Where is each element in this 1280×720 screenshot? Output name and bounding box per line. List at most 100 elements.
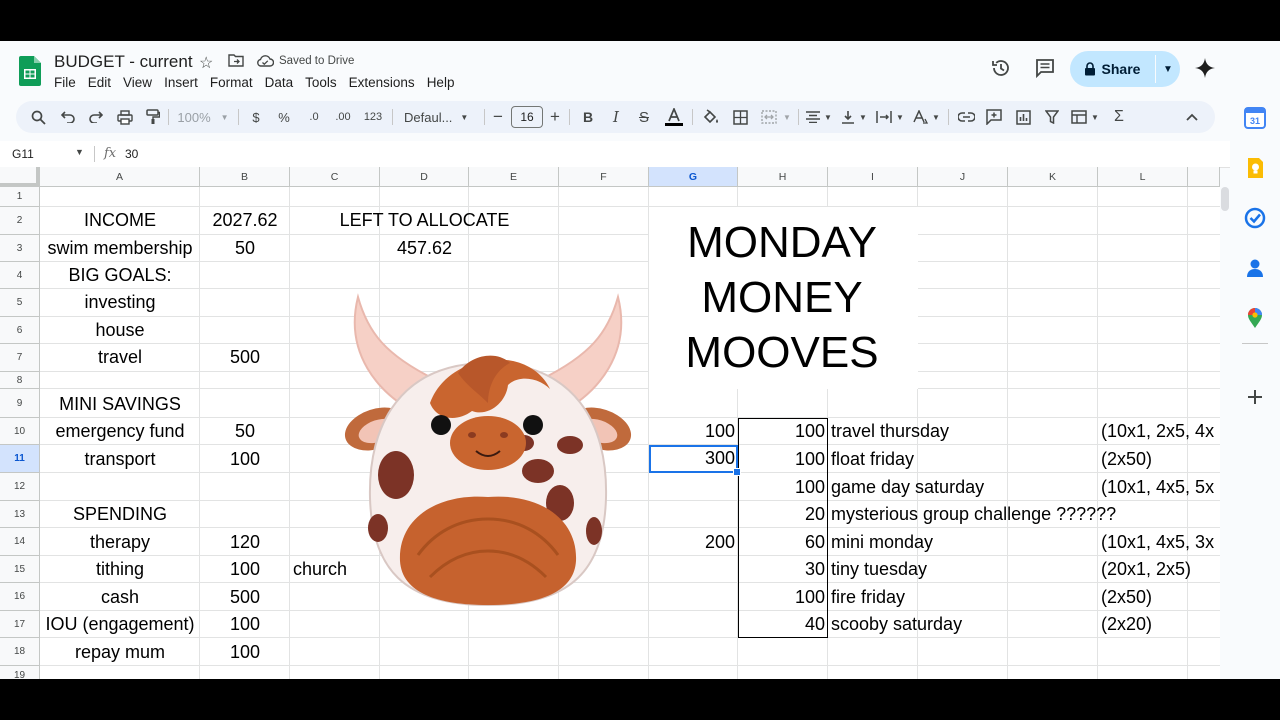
italic-icon[interactable]: I bbox=[606, 101, 626, 133]
row-header-5[interactable]: 5 bbox=[0, 289, 40, 317]
cell-b2[interactable]: 2027.62 bbox=[200, 207, 290, 234]
bold-icon[interactable]: B bbox=[578, 101, 598, 133]
cell-a17[interactable]: IOU (engagement) bbox=[40, 611, 200, 638]
text-rotation-icon[interactable]: ▼ bbox=[909, 101, 943, 133]
cell-a15[interactable]: tithing bbox=[40, 556, 200, 583]
menu-extensions[interactable]: Extensions bbox=[343, 75, 421, 90]
active-cell-selection[interactable] bbox=[649, 445, 738, 473]
text-color-icon[interactable] bbox=[662, 101, 686, 133]
filter-icon[interactable] bbox=[1040, 101, 1064, 133]
horizontal-align-icon[interactable]: ▼ bbox=[804, 101, 834, 133]
search-menus-icon[interactable] bbox=[26, 101, 50, 133]
font-family-select[interactable]: Defaul... ▼ bbox=[398, 101, 484, 133]
decrease-decimal-button[interactable]: .0 bbox=[302, 101, 326, 133]
cell-g14[interactable]: 200 bbox=[649, 529, 738, 556]
cell-l10[interactable]: (10x1, 2x5, 4x bbox=[1098, 418, 1220, 445]
cell-a14[interactable]: therapy bbox=[40, 529, 200, 556]
row-header-12[interactable]: 12 bbox=[0, 473, 40, 501]
row-header-2[interactable]: 2 bbox=[0, 207, 40, 235]
version-history-icon[interactable] bbox=[990, 57, 1012, 79]
print-icon[interactable] bbox=[113, 101, 137, 133]
cell-a7[interactable]: travel bbox=[40, 344, 200, 371]
cell-a16[interactable]: cash bbox=[40, 584, 200, 611]
cell-a9[interactable]: MINI SAVINGS bbox=[40, 391, 200, 418]
maps-icon[interactable] bbox=[1244, 307, 1266, 329]
column-header-i[interactable]: I bbox=[828, 167, 918, 187]
document-title[interactable]: BUDGET - current bbox=[54, 52, 193, 72]
share-button[interactable]: Share bbox=[1070, 51, 1154, 87]
collapse-menus-icon[interactable] bbox=[1182, 101, 1202, 133]
row-header-11[interactable]: 11 bbox=[0, 445, 40, 473]
calendar-icon[interactable]: 31 bbox=[1244, 107, 1266, 129]
cell-i16[interactable]: fire friday bbox=[828, 584, 1098, 611]
decrease-font-size-button[interactable]: − bbox=[490, 101, 506, 133]
vertical-scrollbar[interactable] bbox=[1221, 187, 1229, 211]
star-icon[interactable]: ☆ bbox=[199, 53, 213, 73]
row-header-8[interactable]: 8 bbox=[0, 372, 40, 389]
number-format-button[interactable]: 123 bbox=[359, 101, 387, 133]
menu-help[interactable]: Help bbox=[421, 75, 461, 90]
formula-input[interactable]: 30 bbox=[125, 147, 138, 161]
column-header-d[interactable]: D bbox=[380, 167, 469, 187]
cell-b11[interactable]: 100 bbox=[200, 446, 290, 473]
cell-a11[interactable]: transport bbox=[40, 446, 200, 473]
cell-l14[interactable]: (10x1, 4x5, 3x bbox=[1098, 529, 1220, 556]
cell-b14[interactable]: 120 bbox=[200, 529, 290, 556]
cell-a4[interactable]: BIG GOALS: bbox=[40, 262, 200, 289]
row-header-14[interactable]: 14 bbox=[0, 528, 40, 556]
column-header-g[interactable]: G bbox=[649, 167, 738, 187]
cell-g10[interactable]: 100 bbox=[649, 418, 738, 445]
menu-edit[interactable]: Edit bbox=[82, 75, 117, 90]
insert-comment-icon[interactable] bbox=[982, 101, 1006, 133]
cell-i14[interactable]: mini monday bbox=[828, 529, 1098, 556]
cell-l11[interactable]: (2x50) bbox=[1098, 446, 1220, 473]
borders-icon[interactable] bbox=[728, 101, 752, 133]
text-wrapping-icon[interactable]: ▼ bbox=[874, 101, 906, 133]
column-header-c[interactable]: C bbox=[290, 167, 380, 187]
cell-a13[interactable]: SPENDING bbox=[40, 501, 200, 528]
cell-i15[interactable]: tiny tuesday bbox=[828, 556, 1098, 583]
functions-icon[interactable]: Σ bbox=[1108, 101, 1130, 133]
spreadsheet-grid[interactable]: A B C D E F G H I J K L 1 2 3 4 5 6 7 8 … bbox=[0, 167, 1220, 679]
increase-font-size-button[interactable]: + bbox=[547, 101, 563, 133]
cell-b18[interactable]: 100 bbox=[200, 639, 290, 666]
cell-l16[interactable]: (2x50) bbox=[1098, 584, 1220, 611]
cell-a6[interactable]: house bbox=[40, 317, 200, 344]
cell-d3[interactable]: 457.62 bbox=[380, 235, 469, 262]
cell-b10[interactable]: 50 bbox=[200, 418, 290, 445]
column-header-e[interactable]: E bbox=[469, 167, 559, 187]
vertical-align-icon[interactable]: ▼ bbox=[839, 101, 869, 133]
row-header-7[interactable]: 7 bbox=[0, 344, 40, 372]
redo-icon[interactable] bbox=[84, 101, 108, 133]
cell-i17[interactable]: scooby saturday bbox=[828, 611, 1098, 638]
cell-i10[interactable]: travel thursday bbox=[828, 418, 1098, 445]
font-size-field[interactable]: 16 bbox=[510, 101, 544, 133]
cell-b15[interactable]: 100 bbox=[200, 556, 290, 583]
share-dropdown-icon[interactable]: ▼ bbox=[1156, 51, 1180, 87]
row-header-13[interactable]: 13 bbox=[0, 501, 40, 528]
column-header-l[interactable]: L bbox=[1098, 167, 1188, 187]
cell-l12[interactable]: (10x1, 4x5, 5x bbox=[1098, 474, 1220, 501]
menu-view[interactable]: View bbox=[117, 75, 158, 90]
cell-b16[interactable]: 500 bbox=[200, 584, 290, 611]
fill-handle[interactable] bbox=[733, 468, 741, 476]
column-header-b[interactable]: B bbox=[200, 167, 290, 187]
menu-insert[interactable]: Insert bbox=[158, 75, 204, 90]
name-box[interactable]: G11 bbox=[12, 147, 34, 161]
cell-l15[interactable]: (20x1, 2x5) bbox=[1098, 556, 1220, 583]
row-header-10[interactable]: 10 bbox=[0, 418, 40, 445]
increase-decimal-button[interactable]: .00 bbox=[329, 101, 357, 133]
add-addon-icon[interactable] bbox=[1244, 386, 1266, 408]
cell-a10[interactable]: emergency fund bbox=[40, 418, 200, 445]
column-header-h[interactable]: H bbox=[738, 167, 828, 187]
column-header-m[interactable] bbox=[1188, 167, 1220, 187]
zoom-select[interactable]: 100% ▼ bbox=[174, 101, 232, 133]
cell-b17[interactable]: 100 bbox=[200, 611, 290, 638]
row-header-16[interactable]: 16 bbox=[0, 583, 40, 611]
menu-data[interactable]: Data bbox=[259, 75, 300, 90]
select-all-corner[interactable] bbox=[0, 167, 40, 187]
filter-views-icon[interactable]: ▼ bbox=[1068, 101, 1102, 133]
row-header-15[interactable]: 15 bbox=[0, 556, 40, 583]
cell-a5[interactable]: investing bbox=[40, 289, 200, 316]
row-header-19[interactable]: 19 bbox=[0, 666, 40, 679]
